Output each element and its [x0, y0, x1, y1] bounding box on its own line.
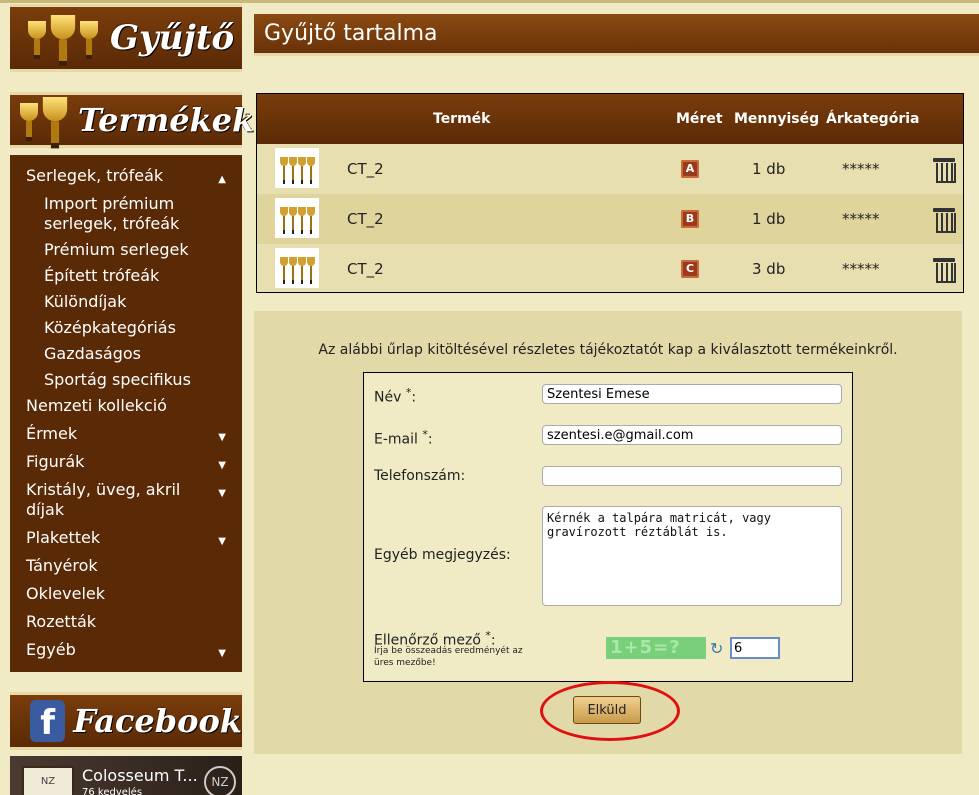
header-size: Méret [676, 111, 723, 127]
menu-item-nemzeti[interactable]: Nemzeti kollekció [10, 393, 242, 421]
nz-logo-icon: NZ [204, 766, 236, 795]
gyujto-logo[interactable]: Gyűjtő [10, 4, 242, 72]
form-intro: Az alábbi űrlap kitöltésével részletes t… [318, 342, 898, 358]
highlight-circle [540, 681, 680, 741]
product-name: CT_2 [347, 210, 384, 228]
product-menu: Serlegek, trófeák ▲ Import prémium serleg… [10, 155, 242, 672]
menu-item-plakettek[interactable]: Plakettek ▼ [10, 525, 242, 553]
cart-table: Termék Méret Mennyiség Árkategória CT_2 … [256, 93, 964, 293]
chevron-down-icon: ▼ [218, 460, 226, 471]
fb-page-name[interactable]: Colosseum T... [82, 766, 198, 785]
email-label: E-mail *: [374, 428, 433, 448]
facebook-header: f Facebook [10, 692, 242, 750]
menu-item-import-premium[interactable]: Import prémium serlegek, trófeák [10, 191, 242, 237]
size-badge-b: B [681, 210, 699, 228]
price-category: ***** [842, 160, 880, 178]
menu-item-figurak[interactable]: Figurák ▼ [10, 449, 242, 477]
product-thumbnail[interactable] [275, 248, 319, 288]
menu-item-epitett[interactable]: Épített trófeák [10, 263, 242, 289]
trash-icon[interactable] [933, 206, 956, 233]
menu-item-serlegek[interactable]: Serlegek, trófeák ▲ [10, 163, 242, 191]
page-title: Gyűjtő tartalma [254, 14, 979, 56]
menu-item-tanyerok[interactable]: Tányérok [10, 553, 242, 581]
name-label: Név *: [374, 386, 417, 406]
menu-item-gazdasagos[interactable]: Gazdaságos [10, 341, 242, 367]
phone-field[interactable] [542, 466, 842, 486]
price-category: ***** [842, 210, 880, 228]
table-row: CT_2 C 3 db ***** [257, 244, 963, 294]
header-product: Termék [433, 111, 491, 127]
trash-icon[interactable] [933, 156, 956, 183]
header-quantity: Mennyiség [734, 111, 820, 127]
trophies-icon [28, 15, 98, 67]
quantity: 1 db [752, 210, 786, 228]
menu-item-kulondijak[interactable]: Különdíjak [10, 289, 242, 315]
size-badge-a: A [681, 160, 699, 178]
quantity: 3 db [752, 260, 786, 278]
price-category: ***** [842, 260, 880, 278]
table-row: CT_2 B 1 db ***** [257, 194, 963, 244]
notes-textarea[interactable]: Kérnék a talpára matricát, vagy gravíroz… [542, 506, 842, 606]
chevron-down-icon: ▼ [218, 488, 226, 499]
refresh-icon[interactable]: ↻ [710, 640, 728, 658]
cart-header: Termék Méret Mennyiség Árkategória [257, 94, 963, 144]
facebook-title: Facebook [73, 702, 242, 740]
trash-icon[interactable] [933, 256, 956, 283]
chevron-up-icon: ▲ [218, 174, 226, 185]
menu-item-kozepkategorias[interactable]: Középkategóriás [10, 315, 242, 341]
menu-item-kristaly[interactable]: Kristály, üveg, akril díjak ▼ [10, 477, 242, 525]
inquiry-form-panel: Az alábbi űrlap kitöltésével részletes t… [254, 311, 962, 754]
menu-item-premium[interactable]: Prémium serlegek [10, 237, 242, 263]
header-price: Árkategória [826, 111, 920, 127]
phone-label: Telefonszám: [374, 468, 466, 484]
captcha-hint: Írja be összeadás eredményét az üres mez… [374, 646, 523, 668]
product-thumbnail[interactable] [275, 198, 319, 238]
fb-page-thumbnail[interactable]: NZ [22, 766, 74, 795]
table-row: CT_2 A 1 db ***** [257, 144, 963, 194]
menu-item-sportag[interactable]: Sportág specifikus [10, 367, 242, 393]
size-badge-c: C [681, 260, 699, 278]
facebook-widget[interactable]: NZ Colosseum T... 76 kedvelés NZ [10, 756, 242, 795]
menu-item-ermek[interactable]: Érmek ▼ [10, 421, 242, 449]
chevron-down-icon: ▼ [218, 536, 226, 547]
captcha-input[interactable] [730, 637, 780, 659]
trophies-icon [20, 97, 70, 149]
products-title: Termékek [78, 101, 255, 139]
name-field[interactable] [542, 384, 842, 404]
product-name: CT_2 [347, 160, 384, 178]
product-thumbnail[interactable] [275, 148, 319, 188]
top-border [0, 0, 979, 3]
product-name: CT_2 [347, 260, 384, 278]
menu-item-oklevelek[interactable]: Oklevelek [10, 581, 242, 609]
menu-item-egyeb[interactable]: Egyéb ▼ [10, 637, 242, 665]
email-field[interactable] [542, 425, 842, 445]
notes-label: Egyéb megjegyzés: [374, 547, 511, 563]
chevron-down-icon: ▼ [218, 432, 226, 443]
fb-likes: 76 kedvelés [82, 787, 143, 795]
chevron-down-icon: ▼ [218, 648, 226, 659]
menu-item-rozettak[interactable]: Rozetták [10, 609, 242, 637]
products-header: Termékek [10, 92, 254, 149]
facebook-icon: f [30, 700, 66, 743]
inquiry-form: Név *: E-mail *: Telefonszám: Egyéb megj… [363, 372, 853, 682]
logo-text: Gyűjtő [110, 18, 235, 58]
quantity: 1 db [752, 160, 786, 178]
captcha-image: 1+5=? [606, 637, 706, 659]
